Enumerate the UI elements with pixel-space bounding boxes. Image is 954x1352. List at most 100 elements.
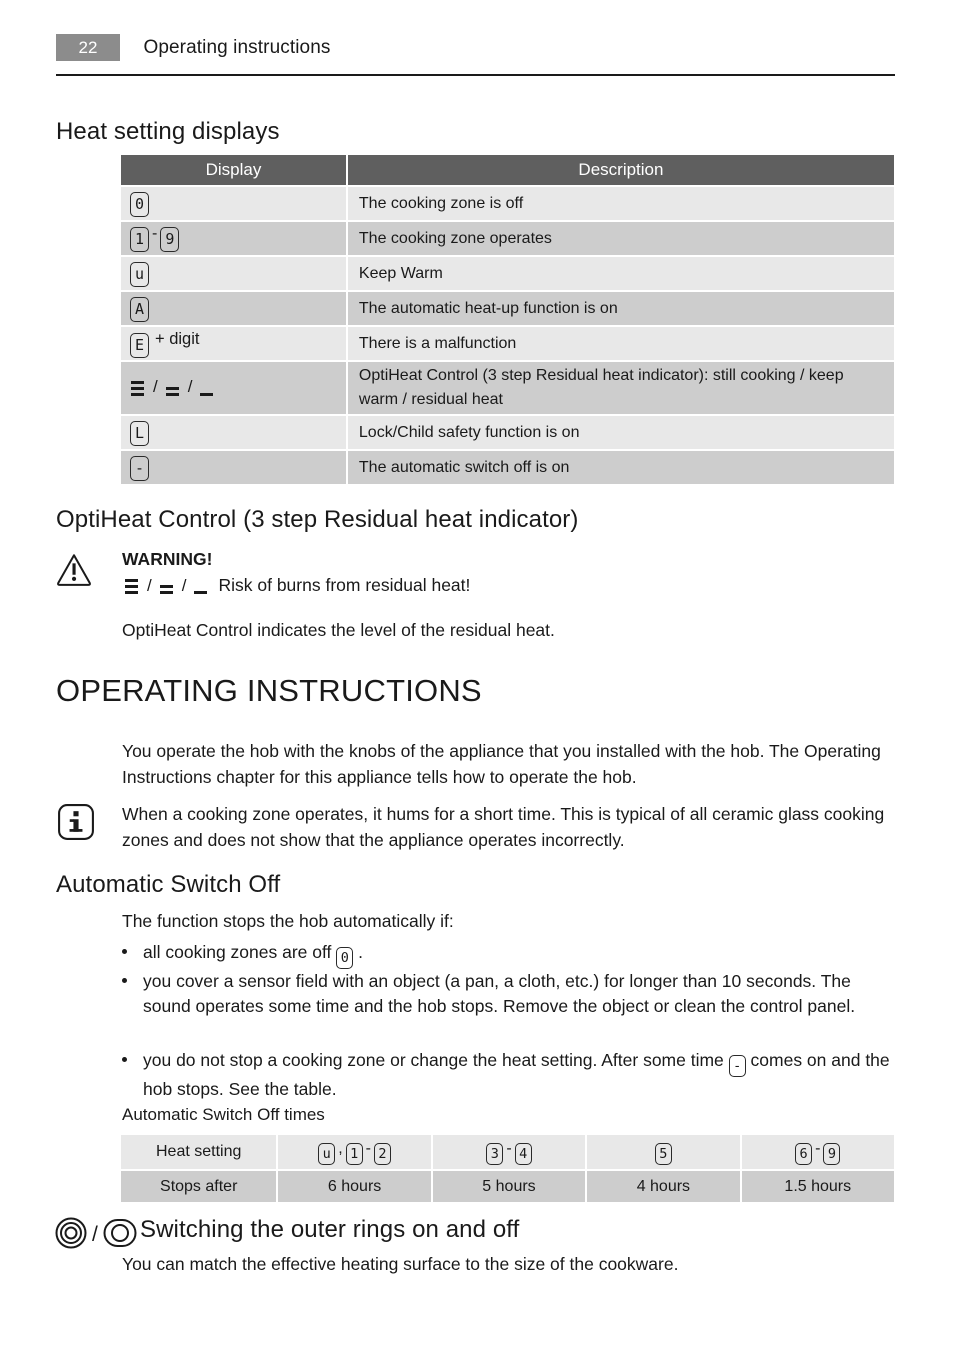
bullet-pre-text: all cooking zones are off [143,942,332,962]
list-item-text: you do not stop a cooking zone or change… [143,1048,898,1102]
residual-heat-3-bars-icon [124,575,140,597]
glyph-separator: / [181,576,187,595]
warning-triangle-icon [57,554,91,586]
warning-label: WARNING! [122,549,213,569]
table-row: 1-9 The cooking zone operates [121,222,894,255]
warning-text: Risk of burns from residual heat! [218,575,471,595]
seg-glyph-2: 2 [373,1142,391,1165]
bullet-point-icon [122,978,127,983]
heat-setting-displays-table: Display Description 0 The cooking zone i… [119,153,896,486]
seg-glyph-u: u [318,1142,336,1165]
table-row: - The automatic switch off is on [121,451,894,484]
list-item: all cooking zones are off 0 . [122,940,892,969]
row-label-stops-after: Stops after [121,1171,277,1202]
seg-glyph-dash: - [728,1055,746,1077]
display-cell: - [121,451,346,484]
ring-separator: / [92,1223,98,1246]
bullet-point-icon [122,1057,127,1062]
list-item-text: all cooking zones are off 0 . [143,942,364,969]
column-header-display: Display [121,155,346,185]
stops-after-cell: 5 hours [432,1171,586,1202]
heat-setting-cell: 6-9 [741,1135,894,1169]
range-dash: - [365,1139,371,1157]
seg-glyph-6: 6 [795,1142,813,1165]
page-number-badge: 22 [56,34,120,61]
header-divider [56,74,895,76]
description-cell: There is a malfunction [347,327,894,360]
residual-heat-1-bar-icon [199,377,215,399]
heat-setting-cell: 3-4 [432,1135,586,1169]
seg-glyph-9: 9 [823,1142,841,1165]
oval-ring-icon [103,1219,137,1247]
heat-setting-cell: 5 [587,1135,740,1169]
heading-automatic-switch-off: Automatic Switch Off [56,871,281,898]
triple-ring-icon [55,1217,87,1249]
list-item: you do not stop a cooking zone or change… [122,1048,898,1102]
stops-after-cell: 6 hours [278,1171,431,1202]
bullet-point-icon [122,949,127,954]
column-header-description: Description [347,155,894,185]
description-cell: The automatic heat-up function is on [347,292,894,325]
ring-icon-group: / [55,1217,137,1249]
table-row: L Lock/Child safety function is on [121,416,894,449]
glyph-separator: / [147,576,152,595]
outer-rings-body-text: You can match the effective heating surf… [122,1254,679,1274]
range-dash: - [506,1139,512,1157]
description-cell: The automatic switch off is on [347,451,894,484]
list-item: you cover a sensor field with an object … [122,969,894,1019]
stops-after-cell: 4 hours [587,1171,740,1202]
stops-after-cell: 1.5 hours [741,1171,894,1202]
display-cell: / / [121,362,346,414]
plus-digit-label: + digit [155,329,200,348]
display-cell: E + digit [121,327,346,360]
automatic-switch-off-times-table: Heat setting u,1-2 3-4 5 6-9 Stops after… [119,1133,896,1204]
seg-glyph-1: 1 [130,227,149,252]
list-item-text: you cover a sensor field with an object … [143,971,856,1016]
automatic-switch-off-intro: The function stops the hob automatically… [122,911,454,931]
operating-instructions-paragraph: You operate the hob with the knobs of th… [122,741,881,787]
table-row: u Keep Warm [121,257,894,290]
display-cell: 1-9 [121,222,346,255]
table-row: 0 The cooking zone is off [121,187,894,220]
residual-heat-2-bars-icon [165,377,181,399]
seg-glyph-9: 9 [160,227,180,252]
page-header: 22 Operating instructions [56,34,898,76]
range-dash: - [152,225,158,242]
heading-optiheat-control: OptiHeat Control (3 step Residual heat i… [56,506,579,533]
seg-glyph-dash: - [130,456,149,481]
seg-glyph-1: 1 [345,1142,363,1165]
seg-glyph-3: 3 [486,1142,504,1165]
residual-heat-2-bars-icon [159,575,175,597]
table-header-row: Display Description [121,155,894,185]
residual-heat-1-bar-icon [193,575,209,597]
description-cell: OptiHeat Control (3 step Residual heat i… [347,362,894,414]
bullet-post-text: . [358,942,364,962]
bullet-pre-text: you do not stop a cooking zone or change… [143,1050,724,1070]
display-cell: L [121,416,346,449]
table-row: Heat setting u,1-2 3-4 5 6-9 [121,1135,894,1169]
seg-glyph-l: L [130,421,149,446]
description-cell: Keep Warm [347,257,894,290]
operating-instructions-note: When a cooking zone operates, it hums fo… [122,804,885,850]
seg-glyph-e: E [130,332,149,358]
seg-glyph-a: A [130,297,149,322]
glyph-separator: / [153,377,158,397]
table-row: Stops after 6 hours 5 hours 4 hours 1.5 … [121,1171,894,1202]
seg-glyph-u: u [130,262,149,287]
description-cell: The cooking zone operates [347,222,894,255]
heading-heat-setting-displays: Heat setting displays [56,118,280,145]
info-icon [58,804,94,840]
description-cell: The cooking zone is off [347,187,894,220]
comma-separator: , [338,1139,343,1157]
outer-ring-icons: / [54,1216,138,1250]
residual-heat-3-bars-icon [130,377,146,399]
seg-glyph-0: 0 [130,192,149,217]
heat-setting-cell: u,1-2 [278,1135,431,1169]
glyph-separator: / [187,377,193,397]
optiheat-body-text: OptiHeat Control indicates the level of … [122,620,555,640]
display-cell: u [121,257,346,290]
description-cell: Lock/Child safety function is on [347,416,894,449]
range-dash: - [815,1139,821,1157]
display-cell: A [121,292,346,325]
row-label-heat-setting: Heat setting [121,1135,277,1169]
